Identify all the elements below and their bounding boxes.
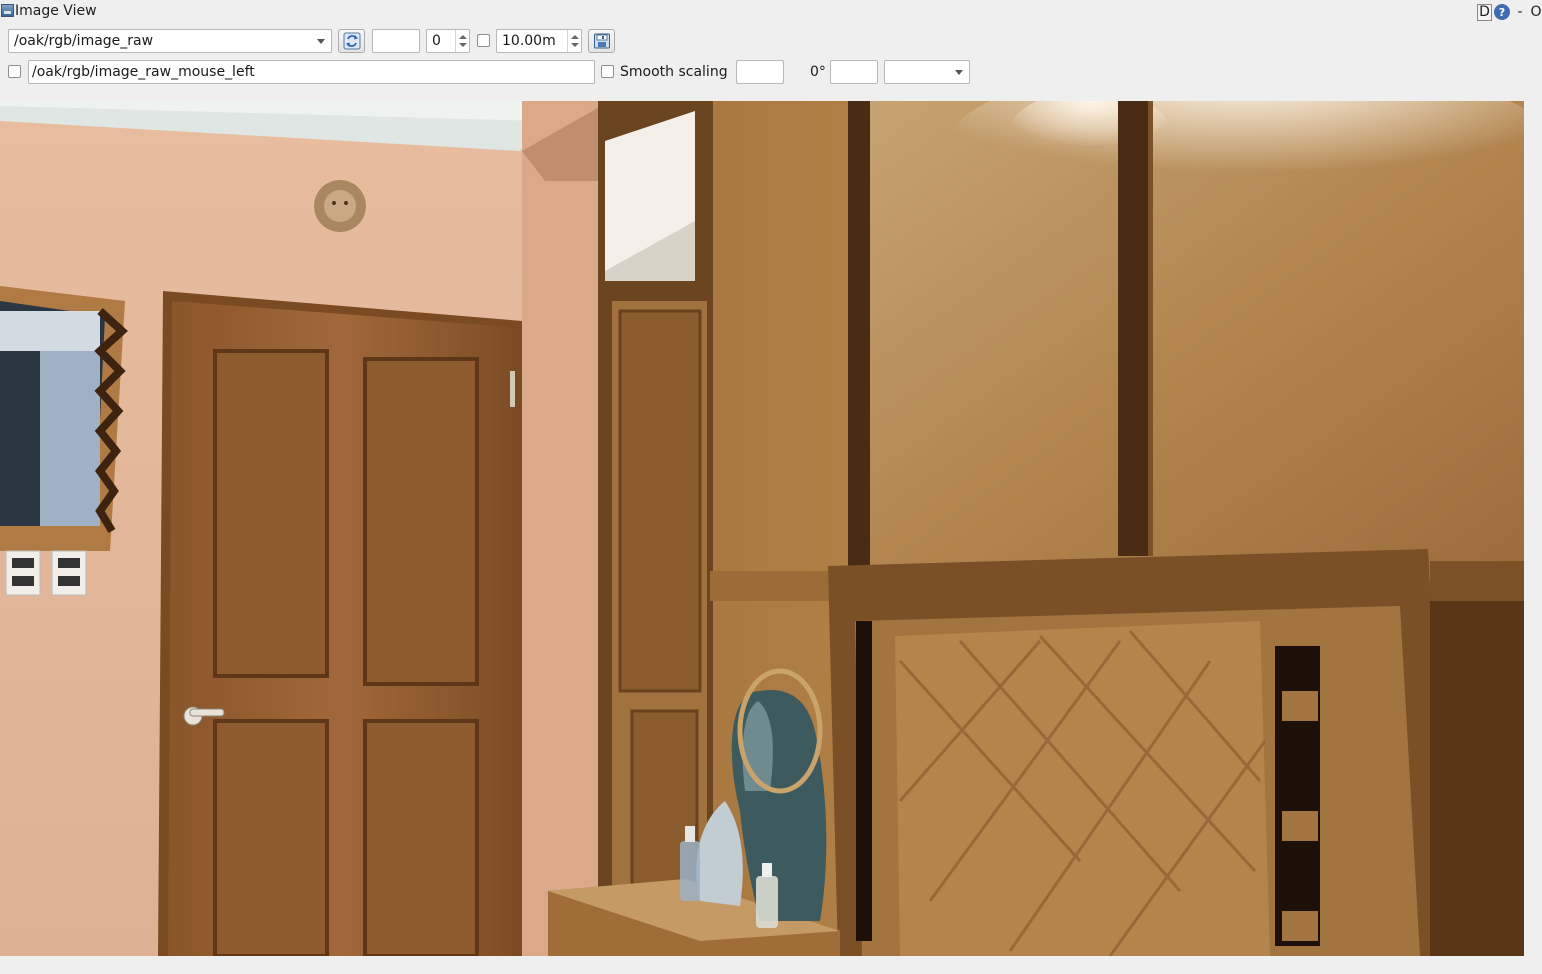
max-range-value: 10.00m — [502, 33, 556, 49]
bottom-margin — [0, 956, 1542, 974]
topic-combo-value: /oak/rgb/image_raw — [14, 33, 154, 49]
title-buttons: D ? - O — [1477, 2, 1542, 22]
spin-arrows[interactable] — [455, 30, 469, 52]
dock-button[interactable]: D — [1477, 3, 1492, 21]
refresh-icon — [343, 32, 360, 50]
window-title: Image View — [15, 3, 97, 19]
spin-up-icon — [571, 35, 579, 39]
camera-image[interactable] — [0, 101, 1524, 956]
rotation-combo[interactable] — [884, 60, 970, 84]
dynamic-range-checkbox[interactable] — [477, 34, 490, 47]
mouse-topic-field[interactable]: /oak/rgb/image_raw_mouse_left — [28, 60, 595, 84]
camera-image-drawing — [0, 101, 1524, 956]
refresh-button[interactable] — [338, 29, 365, 53]
app-icon — [1, 4, 14, 17]
spin-down-icon — [459, 43, 467, 47]
minimize-button[interactable]: - — [1512, 3, 1528, 21]
topic-combo[interactable]: /oak/rgb/image_raw — [8, 29, 332, 53]
max-range-arrows[interactable] — [567, 30, 581, 52]
rotation-label: 0° — [810, 64, 826, 80]
save-button[interactable] — [588, 29, 615, 53]
spin-box-value: 0 — [432, 33, 441, 49]
close-button[interactable]: O — [1530, 3, 1542, 21]
mouse-publish-checkbox[interactable] — [8, 65, 21, 78]
chevron-down-icon — [955, 70, 963, 75]
blank-field-2[interactable] — [736, 60, 784, 84]
title-bar: Image View D ? - O — [0, 0, 1542, 24]
max-range-spin[interactable]: 10.00m — [496, 29, 582, 53]
spin-box[interactable]: 0 — [426, 29, 470, 53]
image-right-margin — [1524, 101, 1542, 956]
blank-field-1[interactable] — [372, 29, 420, 53]
smooth-scaling-checkbox[interactable] — [601, 65, 614, 78]
spin-down-icon — [571, 43, 579, 47]
help-button[interactable]: ? — [1494, 4, 1510, 20]
blank-field-3[interactable] — [830, 60, 878, 84]
chevron-down-icon — [317, 39, 325, 44]
save-icon — [593, 33, 610, 49]
spin-up-icon — [459, 35, 467, 39]
smooth-scaling-label: Smooth scaling — [620, 64, 728, 80]
